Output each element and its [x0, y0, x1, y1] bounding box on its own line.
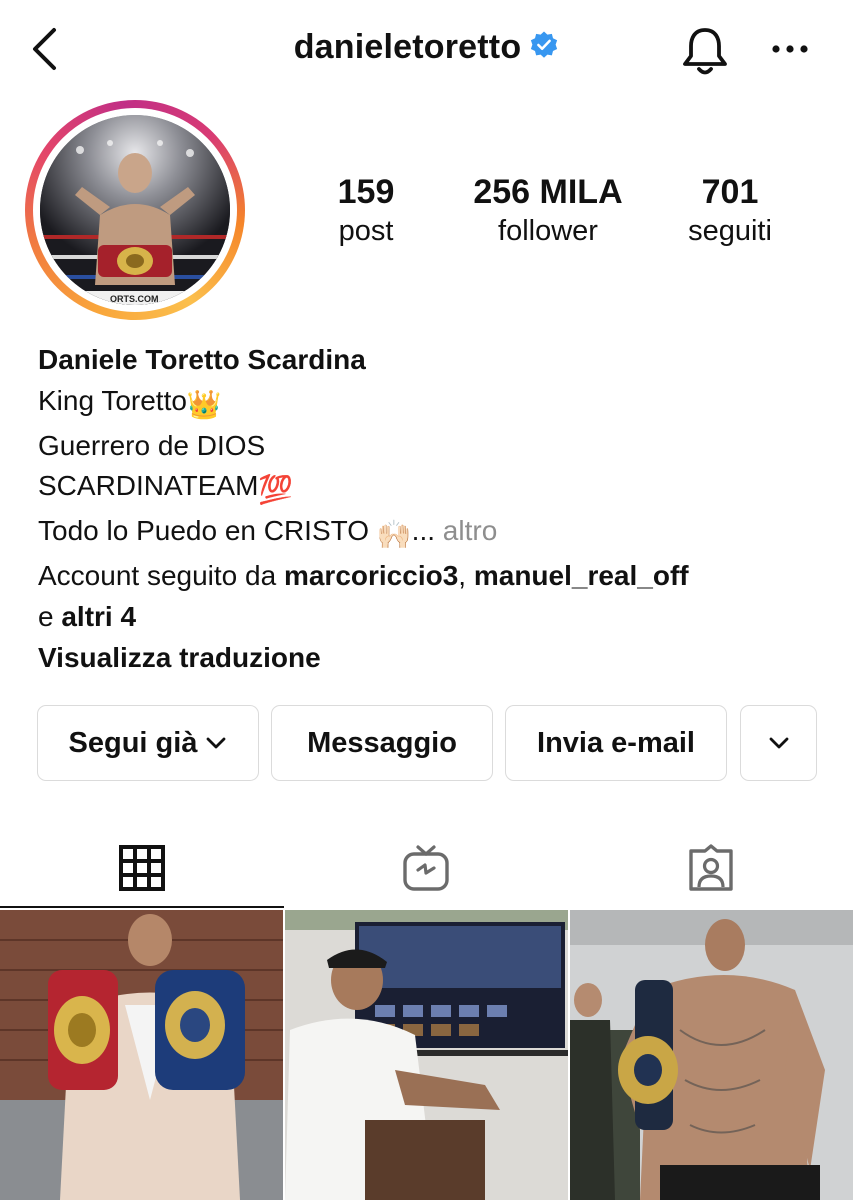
- profile-avatar[interactable]: ORTS.COM: [25, 100, 245, 320]
- bio-line-4: Todo lo Puedo en CRISTO 🙌🏻... altro: [38, 511, 838, 556]
- active-tab-indicator: [0, 906, 284, 908]
- stat-posts[interactable]: 159 post: [276, 172, 456, 250]
- see-translation-link[interactable]: Visualizza traduzione: [38, 638, 838, 679]
- ellipsis-icon: [772, 45, 808, 53]
- email-button[interactable]: Invia e-mail: [505, 705, 727, 781]
- bio-ellipsis: ...: [411, 515, 436, 547]
- post-photo-belts: [0, 910, 283, 1200]
- chevron-down-icon: [207, 737, 226, 749]
- profile-stats: 159 post 256 MILA follower 701 seguiti: [290, 172, 830, 262]
- post-photo-locker: [570, 910, 853, 1200]
- stat-following-value: 701: [701, 173, 759, 211]
- email-button-label: Invia e-mail: [537, 726, 695, 759]
- post-photo-tv: [285, 910, 568, 1200]
- stat-following[interactable]: 701 seguiti: [640, 172, 820, 250]
- hundred-emoji-icon: 💯: [258, 474, 294, 506]
- notifications-button[interactable]: [680, 24, 730, 78]
- following-button-label: Segui già: [68, 726, 198, 759]
- bell-icon: [683, 28, 727, 75]
- tab-posts-grid[interactable]: [0, 828, 284, 908]
- profile-header: danieletoretto: [0, 0, 853, 100]
- tab-igtv[interactable]: [284, 828, 568, 908]
- stat-followers-value: 256 MILA: [473, 173, 623, 211]
- verified-badge-icon: [531, 31, 558, 58]
- followed-by-line[interactable]: Account seguito da marcoriccio3, manuel_…: [38, 556, 838, 597]
- profile-username: danieletoretto: [293, 28, 522, 66]
- stat-followers[interactable]: 256 MILA follower: [458, 172, 638, 250]
- followed-by-separator: ,: [458, 559, 474, 591]
- igtv-icon: [403, 845, 449, 891]
- crown-emoji-icon: 👑: [186, 388, 222, 420]
- post-thumbnail[interactable]: [570, 910, 853, 1200]
- post-thumbnail[interactable]: [285, 910, 568, 1200]
- bio-line-4-text: Todo lo Puedo en CRISTO: [38, 515, 377, 547]
- tagged-icon: [689, 844, 733, 891]
- following-button[interactable]: Segui già: [37, 705, 259, 781]
- bio-line-1-text: King Toretto: [38, 384, 187, 416]
- more-options-button[interactable]: [768, 34, 812, 64]
- profile-full-name: Daniele Toretto Scardina: [38, 344, 366, 375]
- followed-by-line-2[interactable]: e altri 4: [38, 597, 838, 638]
- post-thumbnail[interactable]: [0, 910, 283, 1200]
- followed-by-user-2[interactable]: manuel_real_off: [474, 560, 689, 591]
- message-button-label: Messaggio: [307, 726, 457, 759]
- followed-by-prefix: Account seguito da: [38, 559, 284, 591]
- svg-text:ORTS.COM: ORTS.COM: [110, 294, 159, 304]
- suggested-accounts-button[interactable]: [740, 705, 817, 781]
- bio-line-3-text: SCARDINATEAM: [38, 470, 259, 502]
- tab-tagged[interactable]: [569, 828, 853, 908]
- bio-line-3: SCARDINATEAM💯: [38, 466, 838, 511]
- avatar-inner: ORTS.COM: [33, 108, 237, 312]
- bio-more-link[interactable]: altro: [443, 515, 497, 546]
- raised-hands-emoji-icon: 🙌🏻: [376, 519, 412, 551]
- stat-posts-value: 159: [337, 173, 395, 211]
- boxer-photo-illustration: ORTS.COM: [40, 115, 230, 305]
- message-button[interactable]: Messaggio: [271, 705, 493, 781]
- followed-by-and: e: [38, 600, 62, 632]
- stat-posts-label: post: [338, 215, 394, 247]
- avatar-photo: ORTS.COM: [40, 115, 230, 305]
- bio-line-2: Guerrero de DIOS: [38, 429, 266, 461]
- stat-followers-label: follower: [498, 215, 598, 247]
- posts-grid: [0, 910, 853, 1200]
- bio-line-1: King Toretto👑: [38, 381, 838, 426]
- followed-by-others[interactable]: altri 4: [61, 601, 136, 632]
- stat-following-label: seguiti: [688, 215, 772, 247]
- grid-icon: [119, 845, 165, 891]
- chevron-down-icon: [769, 737, 788, 749]
- followed-by-user-1[interactable]: marcoriccio3: [284, 560, 458, 591]
- profile-bio: Daniele Toretto Scardina King Toretto👑 G…: [38, 340, 838, 678]
